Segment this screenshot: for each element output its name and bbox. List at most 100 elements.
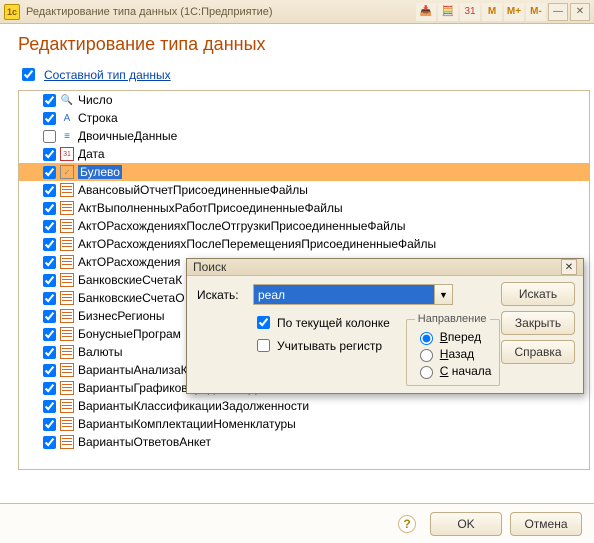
cancel-button[interactable]: Отмена — [510, 512, 582, 536]
tree-item-checkbox[interactable] — [43, 382, 56, 395]
table-icon — [60, 327, 74, 341]
table-icon — [60, 183, 74, 197]
direction-legend: Направление — [415, 313, 490, 325]
tree-item-label: Валюты — [78, 345, 123, 359]
number-icon: 🔍 — [60, 93, 74, 107]
composite-type-checkbox[interactable] — [22, 68, 35, 81]
tree-item-checkbox[interactable] — [43, 94, 56, 107]
tree-item-checkbox[interactable] — [43, 220, 56, 233]
table-icon — [60, 201, 74, 215]
toolbar-calc-icon[interactable]: 🧮 — [438, 3, 458, 21]
footer: ? OK Отмена — [0, 503, 594, 543]
match-case-checkbox[interactable] — [257, 339, 270, 352]
tree-item-label: АктОРасхождения — [78, 255, 180, 269]
tree-item-checkbox[interactable] — [43, 274, 56, 287]
table-icon — [60, 435, 74, 449]
tree-item[interactable]: ✓Булево — [19, 163, 589, 181]
match-case-option[interactable]: Учитывать регистр — [253, 336, 390, 355]
tree-item-label: ВариантыАнализаК — [78, 363, 188, 377]
tree-item-label: АктВыполненныхРаботПрисоединенныеФайлы — [78, 201, 343, 215]
ok-button[interactable]: OK — [430, 512, 502, 536]
table-icon — [60, 273, 74, 287]
toolbar-m-plus-button[interactable]: M+ — [504, 3, 524, 21]
toolbar-m-minus-button[interactable]: M- — [526, 3, 546, 21]
search-close-button[interactable]: Закрыть — [501, 311, 575, 335]
by-column-option[interactable]: По текущей колонке — [253, 313, 390, 332]
search-input[interactable]: реал — [253, 284, 435, 305]
direction-forward[interactable]: Вперед — [415, 329, 492, 345]
tree-item-label: ВариантыКлассификацииЗадолженности — [78, 399, 309, 413]
tree-item-checkbox[interactable] — [43, 130, 56, 143]
search-dialog: Поиск ✕ Искать: реал ▼ По текущей колонк… — [186, 258, 584, 394]
tree-item-label: АвансовыйОтчетПрисоединенныеФайлы — [78, 183, 308, 197]
tree-item-label: Строка — [78, 111, 118, 125]
by-column-checkbox[interactable] — [257, 316, 270, 329]
tree-item-checkbox[interactable] — [43, 364, 56, 377]
minimize-button[interactable] — [548, 3, 568, 21]
tree-item[interactable]: ВариантыОтветовАнкет — [19, 433, 589, 451]
toolbar-icon-1[interactable]: 📥 — [416, 3, 436, 21]
titlebar: 1c Редактирование типа данных (1С:Предпр… — [0, 0, 594, 24]
search-dialog-title: Поиск — [193, 260, 226, 274]
tree-item-checkbox[interactable] — [43, 166, 56, 179]
tree-item[interactable]: АвансовыйОтчетПрисоединенныеФайлы — [19, 181, 589, 199]
tree-item[interactable]: 🔍 Число — [19, 91, 589, 109]
tree-item-checkbox[interactable] — [43, 148, 56, 161]
date-icon: 31 — [60, 147, 74, 161]
tree-item-checkbox[interactable] — [43, 202, 56, 215]
binary-icon: ≡ — [60, 129, 74, 143]
tree-item-checkbox[interactable] — [43, 400, 56, 413]
table-icon — [60, 399, 74, 413]
tree-item-checkbox[interactable] — [43, 346, 56, 359]
tree-item-checkbox[interactable] — [43, 292, 56, 305]
table-icon — [60, 255, 74, 269]
tree-item-label: АктОРасхожденияхПослеПеремещенияПрисоеди… — [78, 237, 436, 251]
direction-from-start[interactable]: С начала — [415, 363, 492, 379]
tree-item-checkbox[interactable] — [43, 310, 56, 323]
table-icon — [60, 381, 74, 395]
string-icon: A — [60, 111, 74, 125]
tree-item-checkbox[interactable] — [43, 184, 56, 197]
composite-type-link[interactable]: Составной тип данных — [44, 68, 171, 82]
tree-item[interactable]: ВариантыКомплектацииНоменклатуры — [19, 415, 589, 433]
tree-item-label: ДвоичныеДанные — [78, 129, 177, 143]
tree-item[interactable]: ВариантыКлассификацииЗадолженности — [19, 397, 589, 415]
by-column-label: По текущей колонке — [277, 316, 390, 330]
tree-item-checkbox[interactable] — [43, 238, 56, 251]
tree-item[interactable]: A Строка — [19, 109, 589, 127]
tree-item-checkbox[interactable] — [43, 418, 56, 431]
table-icon — [60, 345, 74, 359]
tree-item[interactable]: АктОРасхожденияхПослеПеремещенияПрисоеди… — [19, 235, 589, 253]
help-icon[interactable]: ? — [398, 515, 416, 533]
close-button[interactable] — [570, 3, 590, 21]
tree-item[interactable]: ≡ ДвоичныеДанные — [19, 127, 589, 145]
search-dialog-titlebar: Поиск ✕ — [187, 259, 583, 276]
tree-item-label: БанковскиеСчетаО — [78, 291, 185, 305]
match-case-label: Учитывать регистр — [277, 339, 382, 353]
search-dialog-close-button[interactable]: ✕ — [561, 259, 577, 275]
table-icon — [60, 417, 74, 431]
tree-item-label: Число — [78, 93, 113, 107]
tree-item-label: БизнесРегионы — [78, 309, 165, 323]
search-help-button[interactable]: Справка — [501, 340, 575, 364]
tree-item-label: БонусныеПрограм — [78, 327, 181, 341]
toolbar-calendar-icon[interactable]: 31 — [460, 3, 480, 21]
tree-item-label: ВариантыОтветовАнкет — [78, 435, 211, 449]
composite-type-row: Составной тип данных — [0, 63, 594, 90]
tree-item[interactable]: АктОРасхожденияхПослеОтгрузкиПрисоединен… — [19, 217, 589, 235]
tree-item-label: Дата — [78, 147, 105, 161]
window-title: Редактирование типа данных (1С:Предприят… — [26, 6, 273, 18]
search-find-button[interactable]: Искать — [501, 282, 575, 306]
tree-item-checkbox[interactable] — [43, 112, 56, 125]
tree-item-checkbox[interactable] — [43, 328, 56, 341]
table-icon — [60, 291, 74, 305]
direction-back[interactable]: Назад — [415, 346, 492, 362]
toolbar-m-button[interactable]: M — [482, 3, 502, 21]
tree-item-checkbox[interactable] — [43, 436, 56, 449]
search-dropdown-button[interactable]: ▼ — [435, 284, 453, 305]
tree-item-checkbox[interactable] — [43, 256, 56, 269]
table-icon — [60, 363, 74, 377]
bool-icon: ✓ — [60, 165, 74, 179]
tree-item[interactable]: 31 Дата — [19, 145, 589, 163]
tree-item[interactable]: АктВыполненныхРаботПрисоединенныеФайлы — [19, 199, 589, 217]
